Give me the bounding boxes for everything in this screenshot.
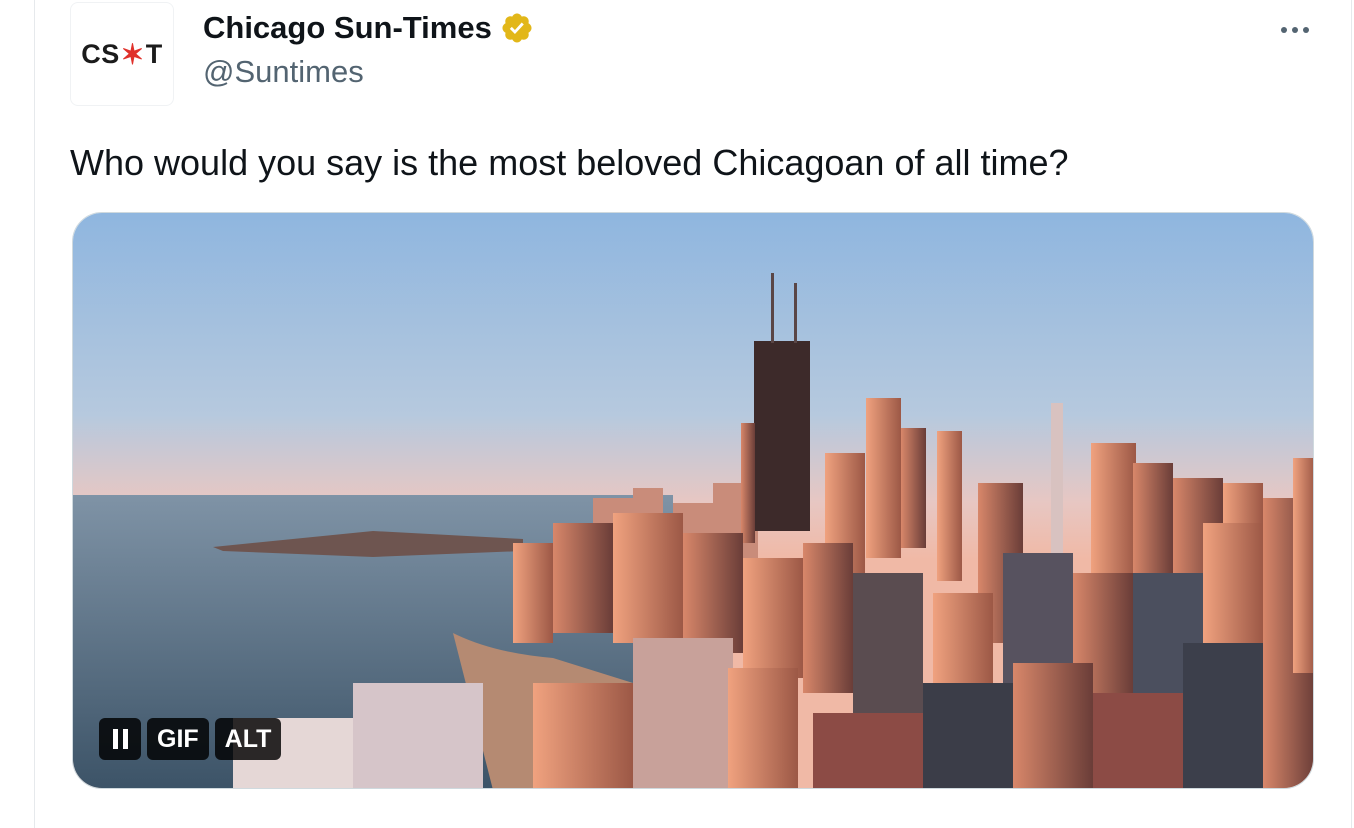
pause-icon[interactable] xyxy=(99,718,141,760)
tweet-media-gif[interactable] xyxy=(72,212,1314,789)
city-skyline-image xyxy=(73,213,1313,788)
media-controls: GIF ALT xyxy=(99,718,282,760)
pause-bar xyxy=(112,729,118,749)
author-name-row: Chicago Sun-Times xyxy=(203,8,534,48)
display-name[interactable]: Chicago Sun-Times xyxy=(203,8,492,48)
dot xyxy=(1292,27,1298,33)
tweet-text: Who would you say is the most beloved Ch… xyxy=(70,142,1069,183)
pause-bar xyxy=(122,729,128,749)
handle[interactable]: @Suntimes xyxy=(203,52,364,92)
avatar-text-left: CS xyxy=(81,38,120,69)
verified-badge-icon xyxy=(500,11,534,45)
gif-badge[interactable]: GIF xyxy=(147,718,209,760)
avatar-star-icon: ✶ xyxy=(120,38,145,70)
alt-badge[interactable]: ALT xyxy=(214,718,282,760)
dot xyxy=(1303,27,1309,33)
more-options-icon[interactable] xyxy=(1275,16,1315,44)
dot xyxy=(1281,27,1287,33)
avatar[interactable]: CS ✶ T xyxy=(70,2,174,106)
avatar-text-right: T xyxy=(145,38,163,69)
